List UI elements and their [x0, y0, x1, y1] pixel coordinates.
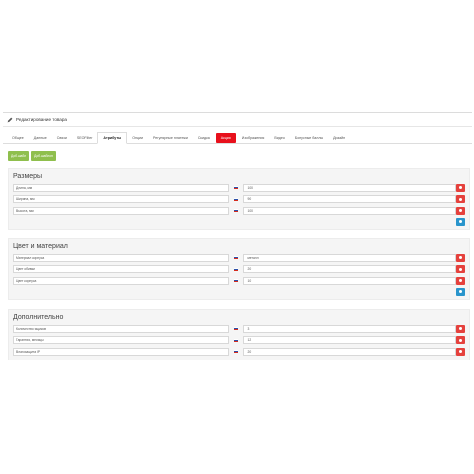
- minus-circle-icon: [459, 209, 462, 212]
- attribute-group-additional: Дополнительно Количество ящиков 3 Гарант…: [8, 309, 470, 360]
- attribute-row: Длина, мм 100: [13, 183, 465, 192]
- tab-design[interactable]: Дизайн: [328, 132, 350, 143]
- attribute-value-input[interactable]: 12: [243, 336, 457, 344]
- tab-images[interactable]: Изображения: [237, 132, 270, 143]
- attribute-group-color-material: Цвет и материал Материал корпуса металл …: [8, 238, 470, 300]
- add-attribute-row-button[interactable]: [456, 217, 465, 226]
- product-edit-panel: Редактирование товара Общее Данные Связи…: [3, 112, 472, 360]
- minus-circle-icon: [459, 197, 462, 201]
- remove-attribute-button[interactable]: [456, 195, 465, 203]
- tab-recurring[interactable]: Регулярные платежи: [148, 132, 193, 143]
- attribute-name-input[interactable]: Цвет обивки: [13, 265, 229, 273]
- tab-options[interactable]: Опции: [127, 132, 148, 143]
- attribute-row: Цвет корпуса 10: [13, 276, 465, 285]
- attribute-value-input[interactable]: металл: [243, 253, 457, 262]
- attribute-name-input[interactable]: Ширина, мм: [13, 195, 229, 203]
- attribute-value-input[interactable]: 100: [243, 183, 457, 192]
- flag-ru-icon: [231, 254, 242, 262]
- panel-heading: Редактирование товара: [3, 113, 472, 127]
- attribute-name-input[interactable]: Влагозащита IP: [13, 347, 229, 356]
- remove-attribute-button[interactable]: [456, 276, 465, 285]
- remove-attribute-button[interactable]: [456, 206, 465, 215]
- tab-attributes[interactable]: Атрибуты: [97, 132, 128, 144]
- minus-circle-icon: [459, 338, 462, 342]
- attribute-row: Цвет обивки 20: [13, 265, 465, 274]
- attribute-name-input[interactable]: Длина, мм: [13, 183, 229, 192]
- flag-ru-icon: [231, 195, 242, 203]
- group-title: Размеры: [13, 173, 43, 180]
- attribute-row: Количество ящиков 3: [13, 324, 465, 333]
- remove-attribute-button[interactable]: [456, 253, 465, 262]
- flag-ru-icon: [231, 184, 242, 192]
- tab-special[interactable]: Акция: [215, 133, 236, 143]
- flag-ru-icon: [231, 348, 242, 356]
- remove-attribute-button[interactable]: [456, 265, 465, 273]
- add-attribute-button[interactable]: Доб.шабл: [8, 151, 30, 161]
- flag-ru-icon: [231, 336, 242, 344]
- tab-bar: Общее Данные Связи SEOFilter Атрибуты Оп…: [3, 132, 472, 144]
- minus-circle-icon: [459, 267, 462, 271]
- attribute-value-input[interactable]: 100: [243, 206, 457, 215]
- minus-circle-icon: [459, 350, 462, 353]
- attribute-name-input[interactable]: Материал корпуса: [13, 253, 229, 262]
- attribute-value-input[interactable]: 10: [243, 276, 457, 285]
- tab-discount[interactable]: Скидка: [193, 132, 215, 143]
- group-title: Дополнительно: [13, 314, 64, 321]
- attribute-row: Высота, мм 100: [13, 206, 465, 215]
- attribute-row: Материал корпуса металл: [13, 253, 465, 262]
- plus-circle-icon: [459, 290, 462, 293]
- attribute-value-input[interactable]: 20: [243, 265, 457, 273]
- minus-circle-icon: [459, 279, 462, 282]
- pencil-icon: [7, 117, 13, 123]
- remove-attribute-button[interactable]: [456, 324, 465, 333]
- attribute-toolbar: Доб.шабл Доб.шаблон: [3, 151, 472, 161]
- attribute-row: Гарантия, месяцы 12: [13, 336, 465, 345]
- attribute-value-input[interactable]: 3: [243, 324, 457, 333]
- add-attribute-row-button[interactable]: [456, 287, 465, 296]
- tab-video[interactable]: Видео: [269, 132, 290, 143]
- group-title: Цвет и материал: [13, 243, 68, 250]
- flag-ru-icon: [231, 277, 242, 285]
- minus-circle-icon: [459, 186, 462, 189]
- attribute-value-input[interactable]: 20: [243, 347, 457, 356]
- tab-reward-points[interactable]: Бонусные баллы: [290, 132, 328, 143]
- minus-circle-icon: [459, 327, 462, 330]
- page-title: Редактирование товара: [16, 117, 67, 122]
- tab-data[interactable]: Данные: [29, 132, 52, 143]
- remove-attribute-button[interactable]: [456, 347, 465, 356]
- add-template-button[interactable]: Доб.шаблон: [31, 151, 56, 161]
- flag-ru-icon: [231, 325, 242, 333]
- flag-ru-icon: [231, 207, 242, 215]
- attribute-name-input[interactable]: Гарантия, месяцы: [13, 336, 229, 344]
- tab-links[interactable]: Связи: [52, 132, 72, 143]
- tab-seofilter[interactable]: SEOFilter: [72, 132, 98, 143]
- attribute-value-input[interactable]: 90: [243, 195, 457, 203]
- flag-ru-icon: [231, 265, 242, 273]
- remove-attribute-button[interactable]: [456, 183, 465, 192]
- plus-circle-icon: [459, 220, 462, 223]
- minus-circle-icon: [459, 256, 462, 259]
- attribute-row: Ширина, мм 90: [13, 195, 465, 204]
- attribute-name-input[interactable]: Цвет корпуса: [13, 276, 229, 285]
- remove-attribute-button[interactable]: [456, 336, 465, 344]
- attribute-name-input[interactable]: Количество ящиков: [13, 324, 229, 333]
- attribute-row: Влагозащита IP 20: [13, 347, 465, 356]
- tab-general[interactable]: Общее: [7, 132, 29, 143]
- attribute-group-dimensions: Размеры Длина, мм 100 Ширина, мм 90 Высо…: [8, 168, 470, 230]
- attribute-name-input[interactable]: Высота, мм: [13, 206, 229, 215]
